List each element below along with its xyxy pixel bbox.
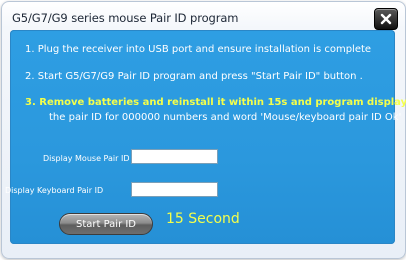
keyboard-pair-id-label: Display Keyboard Pair ID [5, 186, 104, 195]
close-button[interactable] [374, 8, 398, 30]
instruction-step-3-detail: the pair ID for 000000 numbers and word … [49, 112, 402, 123]
window-title: G5/G7/G9 series mouse Pair ID program [12, 11, 239, 25]
countdown-status: 15 Second [166, 211, 240, 227]
mouse-pair-id-label: Display Mouse Pair ID [43, 154, 130, 163]
instruction-step-2: 2. Start G5/G7/G9 Pair ID program and pr… [25, 71, 363, 82]
mouse-pair-id-field[interactable] [131, 149, 218, 164]
start-pair-id-button[interactable]: Start Pair ID [59, 213, 153, 235]
instruction-step-3: 3. Remove batteries and reinstall it wit… [25, 97, 406, 108]
instruction-step-1: 1. Plug the receiver into USB port and e… [25, 44, 372, 55]
keyboard-pair-id-field[interactable] [131, 182, 218, 197]
close-icon [380, 13, 392, 25]
